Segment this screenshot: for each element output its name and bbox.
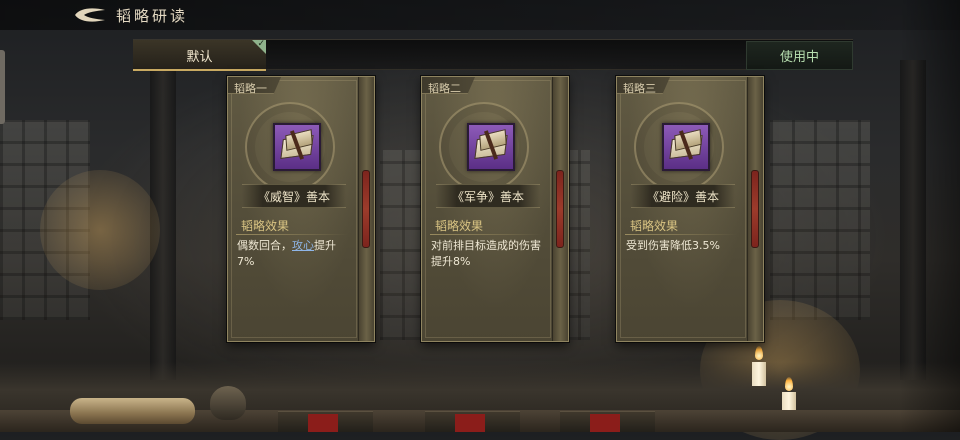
card-slot-tag: 韬略三: [617, 77, 670, 94]
book-name: 《避险》善本: [646, 189, 719, 204]
card-scroll-ornament: [556, 170, 564, 248]
candle-flame: [755, 346, 763, 360]
candle-decoration: [782, 392, 796, 410]
effect-text: 对前排目标造成的伤害提升8%: [431, 239, 541, 268]
card-slot-label: 韬略一: [234, 82, 267, 95]
side-drawer-handle[interactable]: [0, 50, 5, 124]
effect-divider: [430, 234, 542, 235]
book-box-tag: [455, 414, 485, 432]
book-name-plate: 《避险》善本: [631, 184, 735, 208]
tactics-book-icon[interactable]: [662, 123, 710, 171]
candle-decoration: [752, 362, 766, 386]
incense-burner-decoration: [210, 386, 246, 420]
effect-divider: [625, 234, 737, 235]
effect-title: 韬略效果: [630, 219, 679, 233]
header-bar: 韬略研读: [0, 0, 960, 30]
effect-text-before: 偶数回合，: [237, 239, 292, 252]
card-slot-tag: 韬略一: [228, 77, 281, 94]
back-button[interactable]: [72, 6, 108, 24]
bamboo-scroll-decoration: [70, 398, 195, 424]
back-arrow-icon: [75, 8, 105, 22]
effect-keyword-link[interactable]: 攻心: [292, 239, 314, 252]
book-box-tag: [590, 414, 620, 432]
effect-text: 受到伤害降低3.5%: [626, 239, 720, 252]
book-box-decoration: [425, 411, 520, 432]
book-box-decoration: [560, 411, 655, 432]
card-slot-label: 韬略二: [428, 82, 461, 95]
book-name-plate: 《军争》善本: [436, 184, 540, 208]
card-scroll-ornament: [751, 170, 759, 248]
candle-flame: [785, 377, 793, 391]
preset-tab-default[interactable]: 默认 ✓: [133, 39, 266, 71]
card-slot-label: 韬略三: [623, 82, 656, 95]
effect-title: 韬略效果: [241, 219, 290, 233]
book-box-decoration: [278, 411, 373, 432]
in-use-button[interactable]: 使用中: [746, 41, 853, 70]
book-name: 《威智》善本: [257, 189, 330, 204]
effect-text: 偶数回合，攻心提升7%: [237, 238, 349, 270]
tactics-card-2[interactable]: 韬略二 《军争》善本 韬略效果 对前排目标造成的伤害提升8%: [421, 76, 569, 342]
card-scroll-ornament: [362, 170, 370, 248]
tactics-card-1[interactable]: 韬略一 《威智》善本 韬略效果 偶数回合，攻心提升7%: [227, 76, 375, 342]
card-slot-tag: 韬略二: [422, 77, 475, 94]
preset-bar: 默认 ✓ 使用中: [133, 39, 853, 71]
tactics-book-icon[interactable]: [467, 123, 515, 171]
book-name-plate: 《威智》善本: [242, 184, 346, 208]
book-name: 《军争》善本: [451, 189, 524, 204]
tactics-card-3[interactable]: 韬略三 《避险》善本 韬略效果 受到伤害降低3.5%: [616, 76, 764, 342]
background-window-right: [770, 120, 870, 320]
candle-glow-left: [40, 170, 160, 290]
check-icon: ✓: [257, 39, 265, 49]
book-box-tag: [308, 414, 338, 432]
effect-title: 韬略效果: [435, 219, 484, 233]
page-title: 韬略研读: [116, 7, 189, 25]
effect-divider: [236, 234, 348, 235]
right-shade: [900, 0, 960, 432]
in-use-label: 使用中: [779, 50, 819, 65]
preset-tab-label: 默认: [186, 50, 213, 65]
tactics-book-icon[interactable]: [273, 123, 321, 171]
